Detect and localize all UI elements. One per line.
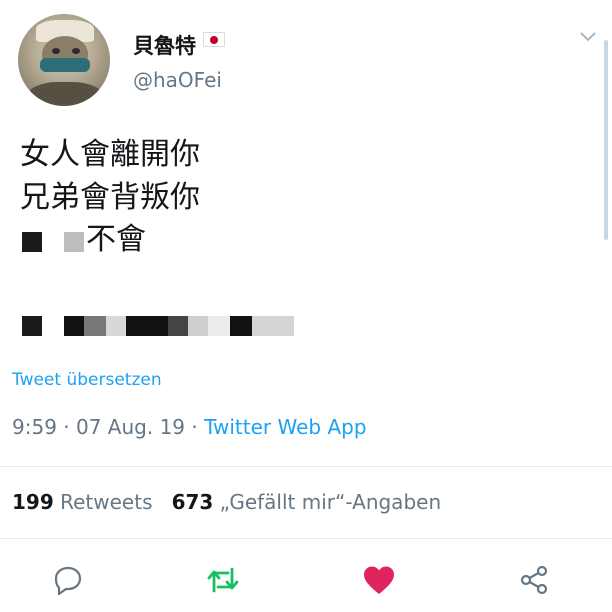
- tweet-text-line-2: 兄弟會背叛你: [20, 180, 200, 215]
- censored-block: [84, 316, 106, 336]
- heart-icon: [364, 566, 394, 594]
- chevron-down-icon[interactable]: [578, 30, 598, 44]
- reply-button[interactable]: [48, 560, 88, 600]
- likes-stat[interactable]: 673 „Gefällt mir“-Angaben: [172, 490, 442, 514]
- divider: [0, 466, 612, 467]
- censored-block: [22, 232, 42, 252]
- censored-block: [106, 316, 126, 336]
- scrollbar[interactable]: [604, 40, 608, 240]
- display-name[interactable]: 貝魯特: [133, 30, 196, 60]
- censored-block: [252, 316, 294, 336]
- reply-icon: [54, 566, 82, 596]
- user-handle[interactable]: @haOFei: [133, 68, 222, 92]
- divider: [0, 538, 612, 539]
- share-button[interactable]: [514, 560, 554, 600]
- avatar[interactable]: [18, 14, 110, 106]
- censored-block: [208, 316, 230, 336]
- retweets-stat[interactable]: 199 Retweets: [12, 490, 152, 514]
- tweet-text-line-3: 不會: [86, 222, 146, 257]
- japan-flag-icon: [203, 32, 225, 47]
- likes-label: „Gefällt mir“-Angaben: [219, 490, 442, 514]
- retweet-button[interactable]: [203, 560, 243, 600]
- retweet-icon: [207, 567, 239, 593]
- tweet-time[interactable]: 9:59: [12, 415, 57, 439]
- tweet-source-link[interactable]: Twitter Web App: [204, 415, 366, 439]
- like-button[interactable]: [359, 560, 399, 600]
- retweets-label: Retweets: [60, 490, 153, 514]
- tweet-date[interactable]: 07 Aug. 19: [76, 415, 185, 439]
- tweet-meta: 9:59 · 07 Aug. 19 · Twitter Web App: [12, 415, 367, 439]
- likes-count: 673: [171, 490, 214, 514]
- censored-block: [230, 316, 252, 336]
- censored-block: [64, 232, 84, 252]
- censored-block: [22, 316, 42, 336]
- tweet-stats: 199 Retweets 673 „Gefällt mir“-Angaben: [12, 490, 441, 514]
- retweets-count: 199: [12, 490, 54, 514]
- censored-block: [64, 316, 84, 336]
- censored-block: [188, 316, 208, 336]
- meta-separator: ·: [185, 415, 205, 439]
- translate-tweet-link[interactable]: Tweet übersetzen: [12, 370, 162, 390]
- censored-block: [168, 316, 188, 336]
- tweet-text-line-1: 女人會離開你: [20, 137, 200, 172]
- share-icon: [520, 565, 548, 595]
- meta-separator: ·: [56, 415, 76, 439]
- censored-block: [126, 316, 168, 336]
